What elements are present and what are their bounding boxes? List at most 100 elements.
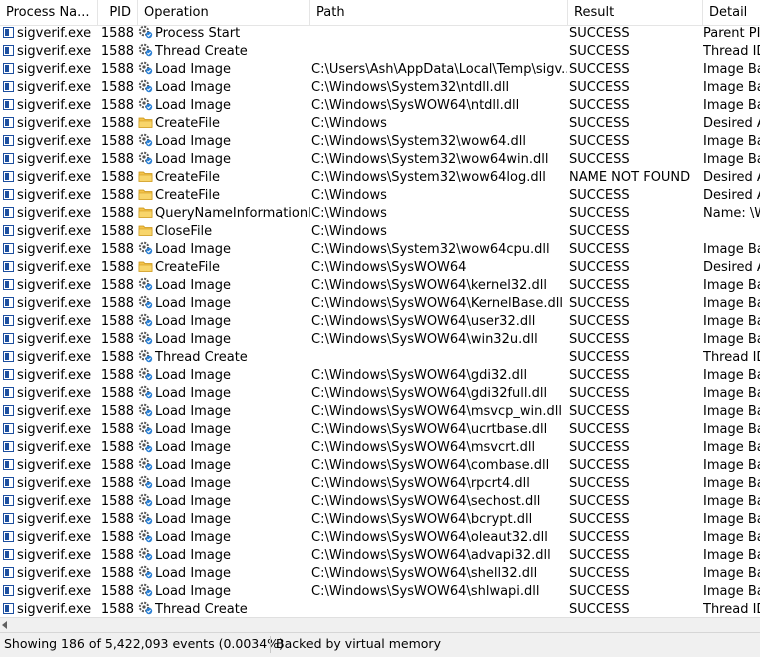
table-row[interactable]: sigverif.exe 1588 Load Image C:\Windows\Sys… — [0, 493, 760, 511]
process-window-icon — [3, 117, 14, 128]
table-row[interactable]: sigverif.exe 1588 Load Image C:\Windows\Sys… — [0, 565, 760, 583]
process-window-icon — [3, 477, 14, 488]
pid-cell: 1588 — [100, 188, 134, 203]
table-row[interactable]: sigverif.exe 1588 CreateFile C:\Windows\Sys… — [0, 259, 760, 277]
process-window-icon — [3, 63, 14, 74]
gear-process-icon — [138, 601, 155, 617]
table-row[interactable]: sigverif.exe 1588 Load Image C:\Windows\Sys… — [0, 79, 760, 97]
result-cell: SUCCESS — [569, 62, 630, 77]
detail-cell: Image Ba — [703, 440, 760, 455]
detail-cell: Image Ba — [703, 476, 760, 491]
horizontal-scrollbar[interactable] — [0, 617, 760, 632]
result-cell: SUCCESS — [569, 530, 630, 545]
process-name-cell: sigverif.exe — [0, 565, 101, 583]
table-row[interactable]: sigverif.exe 1588 Load Image C:\Windows\Sys… — [0, 421, 760, 439]
gear-process-icon — [138, 457, 155, 473]
pid-cell: 1588 — [100, 44, 134, 59]
table-row[interactable]: sigverif.exe 1588 Thread Create SUCCESS Thre… — [0, 43, 760, 61]
column-header-path[interactable]: Path — [310, 0, 568, 25]
table-row[interactable]: sigverif.exe 1588 Load Image C:\Windows\Sys… — [0, 529, 760, 547]
result-cell: SUCCESS — [569, 206, 630, 221]
result-cell: SUCCESS — [569, 152, 630, 167]
result-cell: SUCCESS — [569, 440, 630, 455]
table-row[interactable]: sigverif.exe 1588 Thread Create SUCCESS Thre… — [0, 349, 760, 367]
table-row[interactable]: sigverif.exe 1588 Thread Create SUCCESS Thre… — [0, 601, 760, 617]
path-cell: C:\Windows — [311, 188, 387, 203]
column-header-result[interactable]: Result — [568, 0, 703, 25]
operation-cell: Load Image — [138, 547, 310, 565]
operation-cell: Load Image — [138, 529, 310, 547]
gear-process-icon — [138, 583, 155, 599]
scroll-left-arrow-icon[interactable] — [2, 621, 7, 629]
table-row[interactable]: sigverif.exe 1588 Load Image C:\Windows\Sys… — [0, 583, 760, 601]
process-name-text: sigverif.exe — [17, 296, 92, 311]
table-row[interactable]: sigverif.exe 1588 CloseFile C:\Windows SUCCE… — [0, 223, 760, 241]
result-cell: SUCCESS — [569, 584, 630, 599]
operation-text: CreateFile — [155, 116, 220, 131]
gear-process-icon — [138, 421, 155, 437]
process-window-icon — [3, 351, 14, 362]
gear-process-icon — [138, 403, 155, 419]
table-row[interactable]: sigverif.exe 1588 Load Image C:\Windows\Sys… — [0, 277, 760, 295]
path-cell: C:\Windows\SysWOW64\bcrypt.dll — [311, 512, 533, 527]
operation-text: Load Image — [155, 422, 232, 437]
table-row[interactable]: sigverif.exe 1588 Process Start SUCCESS Pare… — [0, 25, 760, 43]
status-memory: Backed by virtual memory — [276, 636, 441, 651]
process-name-cell: sigverif.exe — [0, 277, 101, 295]
result-cell: SUCCESS — [569, 242, 630, 257]
operation-text: CreateFile — [155, 188, 220, 203]
column-header-operation[interactable]: Operation — [138, 0, 310, 25]
table-row[interactable]: sigverif.exe 1588 Load Image C:\Windows\Sys… — [0, 511, 760, 529]
event-list[interactable]: sigverif.exe 1588 Process Start SUCCESS Pare… — [0, 25, 760, 617]
table-row[interactable]: sigverif.exe 1588 Load Image C:\Windows\Sys… — [0, 241, 760, 259]
result-cell: SUCCESS — [569, 548, 630, 563]
table-row[interactable]: sigverif.exe 1588 Load Image C:\Windows\Sys… — [0, 385, 760, 403]
pid-cell: 1588 — [100, 224, 134, 239]
table-row[interactable]: sigverif.exe 1588 Load Image C:\Windows\Sys… — [0, 313, 760, 331]
pid-cell: 1588 — [100, 440, 134, 455]
pid-cell: 1588 — [100, 242, 134, 257]
path-cell: C:\Windows\SysWOW64\gdi32.dll — [311, 368, 528, 383]
detail-cell: Image Ba — [703, 404, 760, 419]
detail-cell: Thread ID — [703, 350, 760, 365]
detail-cell: Image Ba — [703, 368, 760, 383]
table-row[interactable]: sigverif.exe 1588 CreateFile C:\Windows SUCC… — [0, 187, 760, 205]
table-row[interactable]: sigverif.exe 1588 CreateFile C:\Windows\Sys… — [0, 169, 760, 187]
table-row[interactable]: sigverif.exe 1588 QueryNameInformationF...… — [0, 205, 760, 223]
table-row[interactable]: sigverif.exe 1588 Load Image C:\Windows\Sys… — [0, 439, 760, 457]
table-row[interactable]: sigverif.exe 1588 Load Image C:\Windows\Sys… — [0, 403, 760, 421]
detail-cell: Image Ba — [703, 566, 760, 581]
table-row[interactable]: sigverif.exe 1588 Load Image C:\Windows\Sys… — [0, 295, 760, 313]
process-name-text: sigverif.exe — [17, 188, 92, 203]
column-header-detail[interactable]: Detail — [703, 0, 760, 25]
table-row[interactable]: sigverif.exe 1588 Load Image C:\Windows\Sys… — [0, 367, 760, 385]
table-row[interactable]: sigverif.exe 1588 Load Image C:\Windows\Sys… — [0, 151, 760, 169]
operation-text: Load Image — [155, 80, 232, 95]
folder-icon — [138, 188, 155, 203]
table-row[interactable]: sigverif.exe 1588 Load Image C:\Windows\Sys… — [0, 133, 760, 151]
table-row[interactable]: sigverif.exe 1588 Load Image C:\Windows\Sys… — [0, 457, 760, 475]
table-row[interactable]: sigverif.exe 1588 Load Image C:\Windows\Sys… — [0, 331, 760, 349]
path-cell: C:\Users\Ash\AppData\Local\Temp\sigv... — [311, 62, 567, 77]
operation-cell: Process Start — [138, 25, 310, 43]
pid-cell: 1588 — [100, 350, 134, 365]
path-cell — [311, 25, 567, 43]
pid-cell: 1588 — [100, 260, 134, 275]
table-row[interactable]: sigverif.exe 1588 Load Image C:\Users\Ash\A… — [0, 61, 760, 79]
table-row[interactable]: sigverif.exe 1588 Load Image C:\Windows\Sys… — [0, 475, 760, 493]
path-cell — [311, 349, 567, 367]
table-row[interactable]: sigverif.exe 1588 Load Image C:\Windows\Sys… — [0, 97, 760, 115]
column-header-pid[interactable]: PID — [98, 0, 138, 25]
pid-cell: 1588 — [100, 170, 134, 185]
table-row[interactable]: sigverif.exe 1588 CreateFile C:\Windows SUCC… — [0, 115, 760, 133]
path-cell — [311, 43, 567, 61]
gear-process-icon — [138, 547, 155, 563]
process-name-cell: sigverif.exe — [0, 403, 101, 421]
table-row[interactable]: sigverif.exe 1588 Load Image C:\Windows\Sys… — [0, 547, 760, 565]
column-header-process-name[interactable]: Process Na... — [0, 0, 98, 25]
process-name-cell: sigverif.exe — [0, 331, 101, 349]
detail-cell: Image Ba — [703, 332, 760, 347]
operation-text: Load Image — [155, 404, 232, 419]
path-cell: C:\Windows\System32\wow64.dll — [311, 134, 527, 149]
result-cell: SUCCESS — [569, 422, 630, 437]
